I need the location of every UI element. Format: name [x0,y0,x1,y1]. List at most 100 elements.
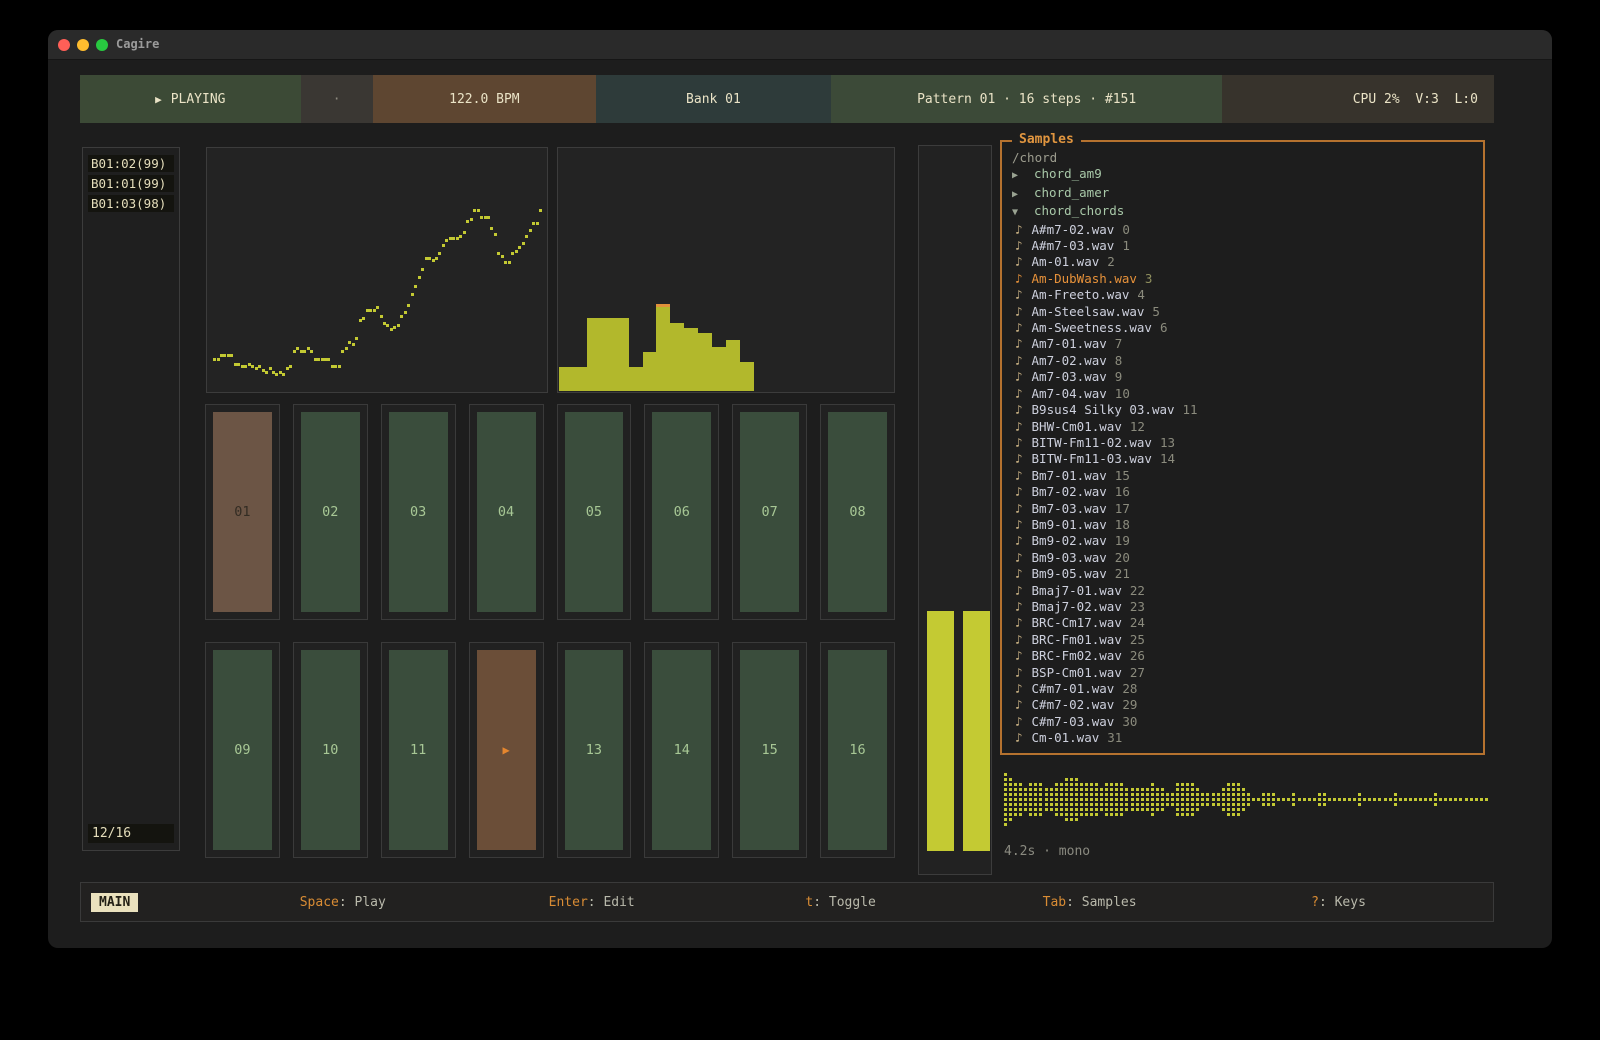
sample-file-index: 3 [1145,271,1153,286]
hint-edit: Enter: Edit [467,895,716,910]
sample-file-row[interactable]: ♪Bmaj7-02.wav23 [1002,599,1481,615]
sample-file-row[interactable]: ♪Am7-01.wav7 [1002,336,1481,352]
pad-13[interactable]: 13 [557,642,632,858]
sample-file-name: Am7-03.wav [1032,369,1107,384]
sample-file-row[interactable]: ♪C#m7-02.wav29 [1002,697,1481,713]
note-icon: ♪ [1015,615,1023,630]
sample-file-row[interactable]: ♪Am-Sweetness.wav6 [1002,320,1481,336]
pad-07[interactable]: 07 [732,404,807,620]
waveform-dot [1105,808,1108,811]
sample-file-name: Am7-04.wav [1032,386,1107,401]
samples-panel: Samples /chord▶chord_am9▶chord_amer▼chor… [1000,140,1485,755]
key-hints: Space: PlayEnter: Editt: ToggleTab: Samp… [218,895,1463,910]
pad-label: 01 [234,504,250,520]
sample-file-row[interactable]: ♪Bm7-01.wav15 [1002,468,1481,484]
tree-folder-chord_chords[interactable]: ▼chord_chords [1002,203,1481,221]
tree-folder-chord_amer[interactable]: ▶chord_amer [1002,185,1481,203]
note-icon: ♪ [1015,271,1023,286]
scatter-point [508,261,511,264]
sample-file-row[interactable]: ♪Bm7-03.wav17 [1002,501,1481,517]
scatter-point [414,285,417,288]
sample-file-row[interactable]: ♪Bm9-03.wav20 [1002,550,1481,566]
hint-label: : Edit [588,895,635,910]
tree-folder-chord_am9[interactable]: ▶chord_am9 [1002,166,1481,184]
sample-file-row[interactable]: ♪Am7-02.wav8 [1002,353,1481,369]
waveform-dot [1004,793,1007,796]
pad-15[interactable]: 15 [732,642,807,858]
sample-file-row[interactable]: ♪BRC-Cm17.wav24 [1002,615,1481,631]
sample-file-row[interactable]: ♪Bm7-02.wav16 [1002,484,1481,500]
sample-file-name: BITW-Fm11-03.wav [1032,451,1152,466]
sample-file-row[interactable]: ♪Am7-04.wav10 [1002,386,1481,402]
waveform-dot [1090,793,1093,796]
waveform-dot [1237,803,1240,806]
sample-file-row[interactable]: ♪BRC-Fm02.wav26 [1002,648,1481,664]
sample-file-index: 2 [1107,254,1115,269]
sample-file-row[interactable]: ♪BITW-Fm11-03.wav14 [1002,451,1481,467]
sample-file-row[interactable]: ♪Bmaj7-01.wav22 [1002,583,1481,599]
pad-04[interactable]: 04 [469,404,544,620]
waveform-dot [1212,793,1215,796]
scatter-point [522,242,525,245]
play-icon: ▶ [155,93,162,106]
pad-01[interactable]: 01 [205,404,280,620]
pad-06[interactable]: 06 [644,404,719,620]
waveform-dot [1110,798,1113,801]
sample-file-row[interactable]: ♪BRC-Fm01.wav25 [1002,632,1481,648]
pad-face: 08 [828,412,887,612]
sample-file-index: 0 [1122,222,1130,237]
zoom-button[interactable] [96,39,108,51]
sample-file-row[interactable]: ♪Bm9-01.wav18 [1002,517,1481,533]
play-icon: ▶ [502,743,509,757]
pad-05[interactable]: 05 [557,404,632,620]
sample-file-row[interactable]: ♪B9sus4 Silky 03.wav11 [1002,402,1481,418]
sample-file-row[interactable]: ♪C#m7-01.wav28 [1002,681,1481,697]
pad-face: 03 [389,412,448,612]
waveform-dot [1409,798,1412,801]
waveform-dot [1242,808,1245,811]
sample-file-row[interactable]: ♪Am-DubWash.wav3 [1002,271,1481,287]
sample-file-row[interactable]: ♪BITW-Fm11-02.wav13 [1002,435,1481,451]
waveform-dot [1394,803,1397,806]
sample-file-index: 1 [1122,238,1130,253]
sample-file-row[interactable]: ♪C#m7-03.wav30 [1002,714,1481,730]
sample-file-row[interactable]: ♪Am-01.wav2 [1002,254,1481,270]
waveform-dot [1090,808,1093,811]
pad-14[interactable]: 14 [644,642,719,858]
note-icon: ♪ [1015,517,1023,532]
sample-file-row[interactable]: ♪BSP-Cm01.wav27 [1002,665,1481,681]
bpm-display: 122.0 BPM [373,75,596,123]
scatter-point [515,250,518,253]
sample-file-row[interactable]: ♪Am-Steelsaw.wav5 [1002,304,1481,320]
scatter-point [400,315,403,318]
sample-file-row[interactable]: ♪BHW-Cm01.wav12 [1002,419,1481,435]
sample-file-row[interactable]: ♪Cm-01.wav31 [1002,730,1481,746]
pad-10[interactable]: 10 [293,642,368,858]
sample-file-row[interactable]: ♪A#m7-03.wav1 [1002,238,1481,254]
sample-file-row[interactable]: ♪Am7-03.wav9 [1002,369,1481,385]
pad-16[interactable]: 16 [820,642,895,858]
sample-file-name: Am-Freeto.wav [1032,287,1130,302]
scatter-point [536,222,539,225]
pad-09[interactable]: 09 [205,642,280,858]
close-button[interactable] [58,39,70,51]
pad-08[interactable]: 08 [820,404,895,620]
waveform-dot [1146,793,1149,796]
minimize-button[interactable] [77,39,89,51]
pad-02[interactable]: 02 [293,404,368,620]
sample-file-row[interactable]: ♪A#m7-02.wav0 [1002,222,1481,238]
scatter-point [352,343,355,346]
pad-face: 04 [477,412,536,612]
waveform-dot [1019,788,1022,791]
waveform-dot [1232,793,1235,796]
pad-03[interactable]: 03 [381,404,456,620]
meter-bar-right [963,611,990,851]
pad-12[interactable]: ▶ [469,642,544,858]
waveform-dot [1045,803,1048,806]
waveform-dot [1115,793,1118,796]
sample-browser-tree[interactable]: /chord▶chord_am9▶chord_amer▼chord_chords… [1002,150,1481,751]
sample-file-row[interactable]: ♪Bm9-05.wav21 [1002,566,1481,582]
sample-file-row[interactable]: ♪Am-Freeto.wav4 [1002,287,1481,303]
sample-file-row[interactable]: ♪Bm9-02.wav19 [1002,533,1481,549]
pad-11[interactable]: 11 [381,642,456,858]
